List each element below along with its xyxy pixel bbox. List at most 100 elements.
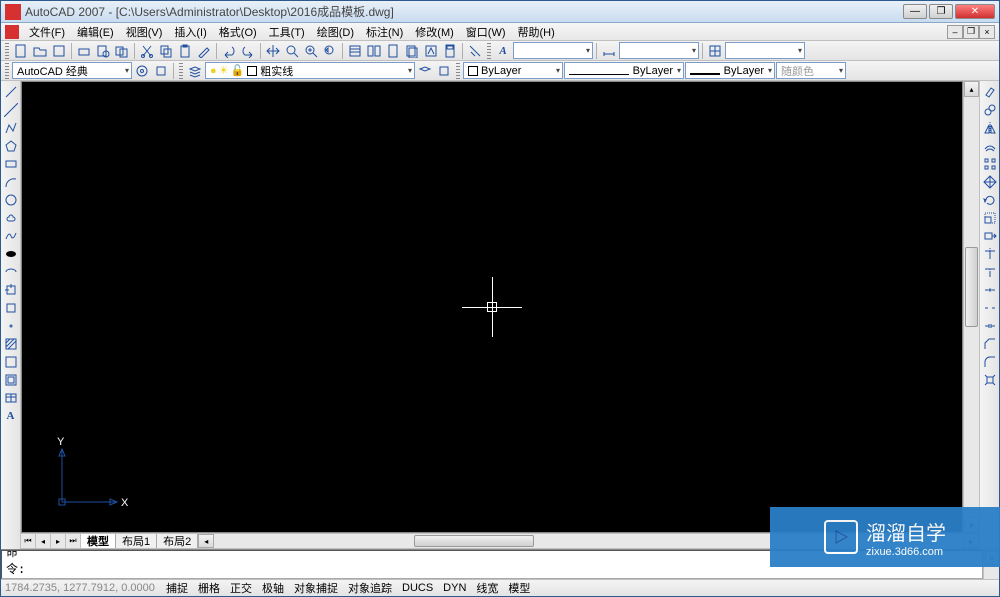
status-polar[interactable]: 极轴 [257,581,289,596]
tab-first-button[interactable]: ⏮ [21,534,36,548]
make-block-icon[interactable] [2,299,19,316]
line-icon[interactable] [2,83,19,100]
color-dropdown[interactable]: ByLayer▾ [463,62,563,79]
erase-icon[interactable] [981,83,998,100]
plotstyle-dropdown[interactable]: 随颜色▾ [776,62,846,79]
table-style-icon[interactable] [706,42,724,60]
status-osnap[interactable]: 对象捕捉 [289,581,343,596]
cleanscreen-icon[interactable] [466,42,484,60]
xline-icon[interactable] [2,101,19,118]
revcloud-icon[interactable] [2,209,19,226]
zoom-realtime-icon[interactable] [283,42,301,60]
table-style-dropdown[interactable]: ▾ [725,42,805,59]
tab-next-button[interactable]: ▸ [51,534,66,548]
tab-last-button[interactable]: ⏭ [66,534,81,548]
lineweight-dropdown[interactable]: ByLayer▾ [685,62,775,79]
toolbar-grip-2[interactable] [487,43,491,59]
close-button[interactable]: ✕ [955,4,995,19]
new-icon[interactable] [12,42,30,60]
status-snap[interactable]: 捕捉 [161,581,193,596]
layer-dropdown[interactable]: ● ☀ 🔓 粗实线 ▾ [205,62,415,79]
sheet-set-icon[interactable] [403,42,421,60]
vertical-scrollbar[interactable]: ▴ ▾ [963,81,979,533]
open-icon[interactable] [31,42,49,60]
text-style-dropdown[interactable]: ▾ [513,42,593,59]
tab-layout2[interactable]: 布局2 [157,534,198,548]
publish-icon[interactable] [113,42,131,60]
toolbar-grip-5[interactable] [456,63,460,79]
menu-insert[interactable]: 插入(I) [168,23,212,41]
menu-view[interactable]: 视图(V) [120,23,169,41]
polygon-icon[interactable] [2,137,19,154]
scale-icon[interactable] [981,209,998,226]
tab-model[interactable]: 模型 [81,534,116,548]
scroll-down-button[interactable]: ▾ [964,517,979,533]
zoom-window-icon[interactable] [302,42,320,60]
plot-preview-icon[interactable] [94,42,112,60]
markup-icon[interactable] [422,42,440,60]
mdi-close-button[interactable]: × [979,25,995,39]
table-icon[interactable] [2,389,19,406]
toolbar-grip[interactable] [5,43,9,59]
menu-file[interactable]: 文件(F) [23,23,71,41]
qcalc-icon[interactable] [441,42,459,60]
status-otrack[interactable]: 对象追踪 [343,581,397,596]
menu-edit[interactable]: 编辑(E) [71,23,120,41]
point-icon[interactable] [2,317,19,334]
tab-prev-button[interactable]: ◂ [36,534,51,548]
hatch-icon[interactable] [2,335,19,352]
rectangle-icon[interactable] [2,155,19,172]
mtext-icon[interactable]: A [2,407,19,424]
workspace-dropdown[interactable]: AutoCAD 经典▾ [12,62,132,79]
match-properties-icon[interactable] [195,42,213,60]
menu-draw[interactable]: 绘图(D) [311,23,360,41]
chamfer-icon[interactable] [981,335,998,352]
horizontal-scrollbar[interactable]: ◂ ▸ [198,534,979,548]
menu-tools[interactable]: 工具(T) [263,23,311,41]
menu-window[interactable]: 窗口(W) [460,23,512,41]
toolbar-grip-3[interactable] [5,63,9,79]
copy-icon[interactable] [157,42,175,60]
properties-icon[interactable] [346,42,364,60]
maximize-button[interactable]: ❐ [929,4,953,19]
text-style-icon[interactable]: A [494,42,512,60]
ellipse-icon[interactable] [2,245,19,262]
fillet-icon[interactable] [981,353,998,370]
hscroll-track[interactable] [214,534,963,548]
status-lwt[interactable]: 线宽 [471,581,503,596]
menu-modify[interactable]: 修改(M) [409,23,460,41]
command-window[interactable]: 命令: *取消* 命令: [1,550,983,579]
menu-dimension[interactable]: 标注(N) [360,23,409,41]
status-ortho[interactable]: 正交 [225,581,257,596]
design-center-icon[interactable] [365,42,383,60]
move-icon[interactable] [981,173,998,190]
join-icon[interactable] [981,317,998,334]
minimize-button[interactable]: — [903,4,927,19]
layer-states-icon[interactable] [435,62,453,80]
region-icon[interactable] [2,371,19,388]
scroll-left-button[interactable]: ◂ [198,534,214,548]
gradient-icon[interactable] [2,353,19,370]
break-icon[interactable] [981,299,998,316]
save-icon[interactable] [50,42,68,60]
hscroll-thumb[interactable] [414,535,534,547]
drawing-canvas[interactable]: X Y [21,81,963,533]
status-dyn[interactable]: DYN [438,581,471,596]
pan-icon[interactable] [264,42,282,60]
linetype-dropdown[interactable]: ByLayer▾ [564,62,684,79]
cut-icon[interactable] [138,42,156,60]
array-icon[interactable] [981,155,998,172]
mirror-icon[interactable] [981,119,998,136]
tab-layout1[interactable]: 布局1 [116,534,157,548]
pline-icon[interactable] [2,119,19,136]
mdi-minimize-button[interactable]: – [947,25,963,39]
workspace-settings-icon[interactable] [133,62,151,80]
status-grid[interactable]: 栅格 [193,581,225,596]
command-input[interactable] [36,550,978,577]
layer-manager-icon[interactable] [186,62,204,80]
status-model[interactable]: 模型 [503,581,535,596]
tool-palettes-icon[interactable] [384,42,402,60]
plot-icon[interactable] [75,42,93,60]
menu-format[interactable]: 格式(O) [213,23,263,41]
zoom-previous-icon[interactable] [321,42,339,60]
